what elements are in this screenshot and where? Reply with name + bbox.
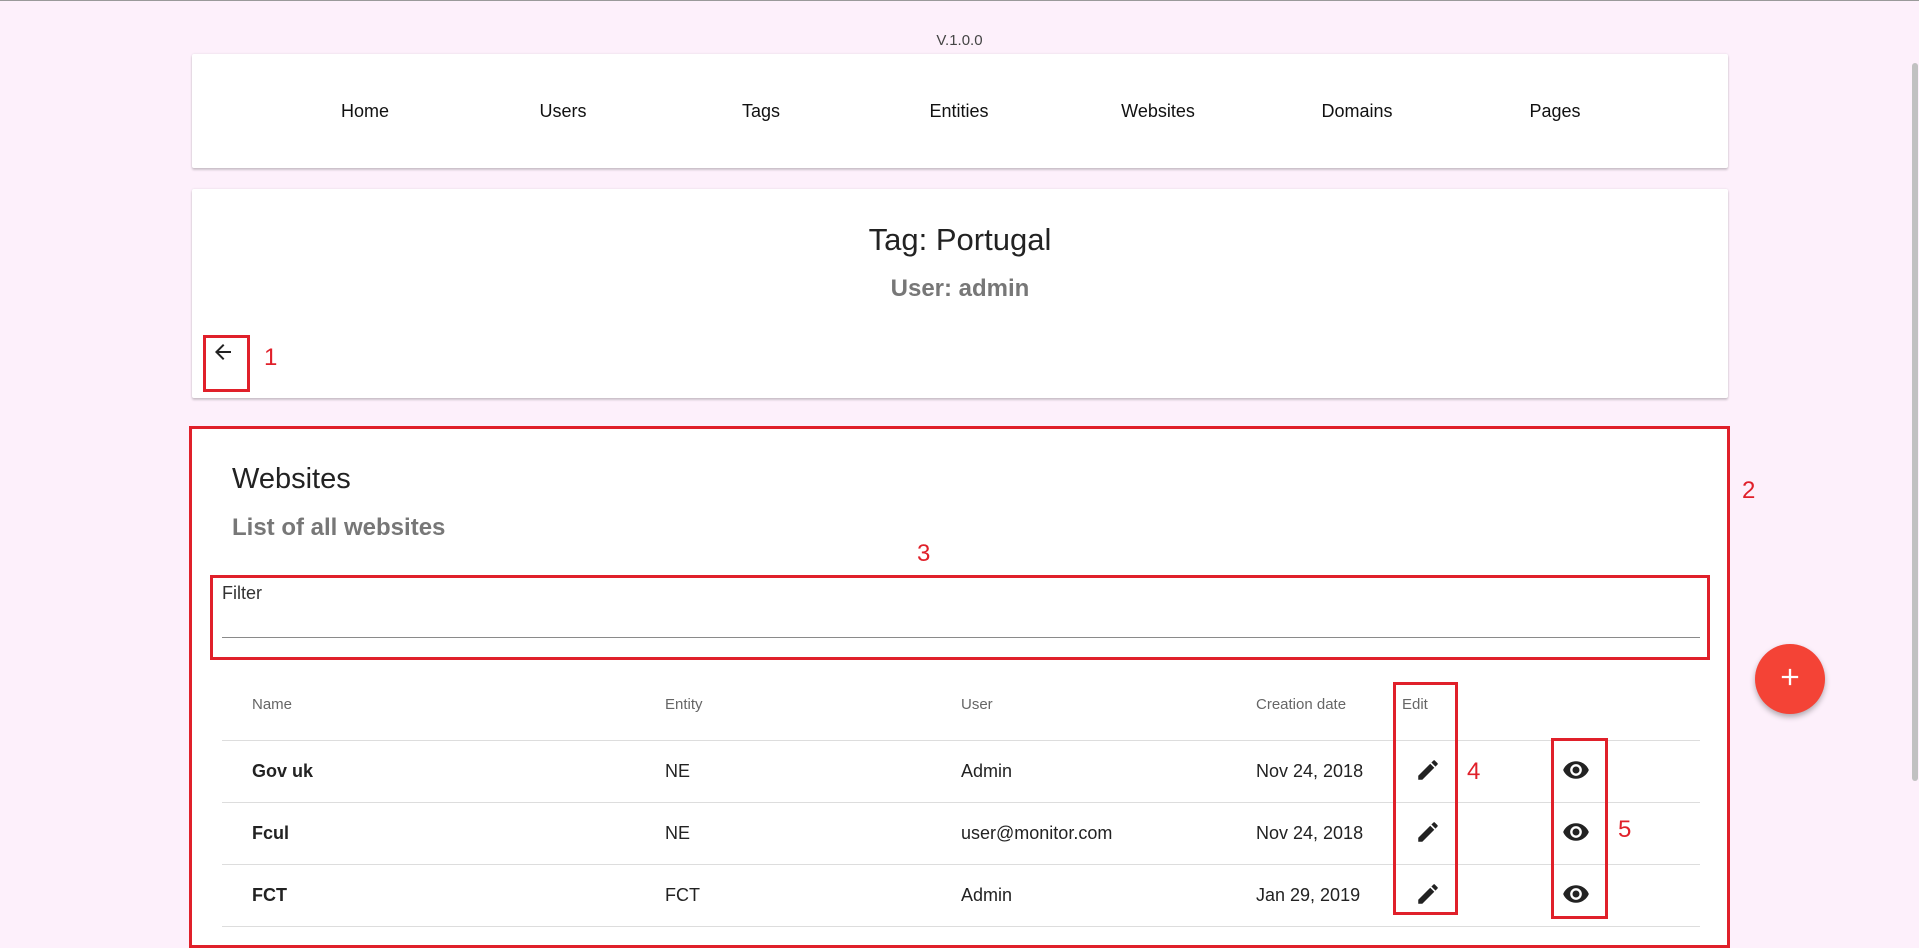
pencil-icon	[1415, 757, 1441, 788]
app-version: V.1.0.0	[936, 32, 983, 49]
filter-input[interactable]	[222, 609, 1700, 638]
eye-icon	[1562, 880, 1590, 913]
annotation-number-3: 3	[917, 540, 931, 567]
edit-button[interactable]	[1410, 878, 1446, 914]
websites-card: Websites List of all websites Filter Nam…	[192, 429, 1728, 948]
filter-field: Filter	[222, 583, 1700, 639]
cell-entity: FCT	[665, 885, 700, 905]
nav-domains[interactable]: Domains	[1321, 54, 1392, 168]
nav-entities[interactable]: Entities	[929, 54, 988, 168]
annotation-number-1: 1	[264, 344, 278, 371]
annotation-number-4: 4	[1467, 758, 1481, 785]
arrow-back-icon	[211, 340, 235, 369]
cell-name: Fcul	[252, 823, 290, 843]
nav-users[interactable]: Users	[539, 54, 586, 168]
cell-user: Admin	[961, 885, 1013, 905]
pencil-icon	[1415, 819, 1441, 850]
page-title: Tag: Portugal	[868, 222, 1052, 257]
cell-entity: NE	[665, 761, 691, 781]
column-header-name[interactable]: Name	[252, 679, 292, 731]
nav-websites[interactable]: Websites	[1121, 54, 1195, 168]
websites-title: Websites	[232, 463, 351, 495]
column-header-creation-date[interactable]: Creation date	[1256, 679, 1346, 731]
column-header-entity[interactable]: Entity	[665, 679, 703, 731]
page-subtitle: User: admin	[890, 275, 1030, 302]
edit-button[interactable]	[1410, 754, 1446, 790]
eye-icon	[1562, 818, 1590, 851]
add-website-button[interactable]	[1755, 644, 1825, 714]
column-header-edit: Edit	[1402, 696, 1428, 713]
annotation-number-5: 5	[1618, 816, 1632, 843]
table-row: FCT FCT Admin Jan 29, 2019	[222, 865, 1700, 927]
back-button[interactable]	[206, 337, 240, 371]
column-header-user[interactable]: User	[961, 679, 993, 731]
cell-user: user@monitor.com	[961, 823, 1113, 843]
websites-table: Name Entity User Creation date Edit Gov …	[222, 679, 1700, 927]
page-scrollbar[interactable]	[1912, 63, 1918, 781]
cell-creation-date: Jan 29, 2019	[1256, 885, 1361, 905]
cell-creation-date: Nov 24, 2018	[1256, 761, 1364, 781]
nav-home[interactable]: Home	[341, 54, 389, 168]
view-button[interactable]	[1558, 878, 1594, 914]
nav-pages[interactable]: Pages	[1529, 54, 1580, 168]
cell-name: Gov uk	[252, 761, 314, 781]
cell-entity: NE	[665, 823, 691, 843]
top-navigation: Home Users Tags Entities Websites Domain…	[192, 54, 1728, 168]
cell-creation-date: Nov 24, 2018	[1256, 823, 1364, 843]
table-header: Name Entity User Creation date Edit	[222, 679, 1700, 741]
nav-tags[interactable]: Tags	[742, 54, 780, 168]
filter-label: Filter	[222, 583, 262, 603]
cell-name: FCT	[252, 885, 287, 905]
tag-header-card: Tag: Portugal User: admin	[192, 189, 1728, 398]
edit-button[interactable]	[1410, 816, 1446, 852]
annotation-number-2: 2	[1742, 477, 1756, 504]
pencil-icon	[1415, 881, 1441, 912]
view-button[interactable]	[1558, 754, 1594, 790]
table-row: Fcul NE user@monitor.com Nov 24, 2018	[222, 803, 1700, 865]
plus-icon	[1776, 663, 1804, 696]
view-button[interactable]	[1558, 816, 1594, 852]
cell-user: Admin	[961, 761, 1013, 781]
eye-icon	[1562, 756, 1590, 789]
websites-subtitle: List of all websites	[232, 514, 446, 541]
